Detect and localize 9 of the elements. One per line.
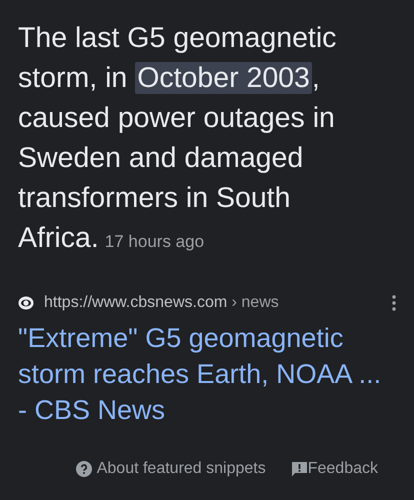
about-link[interactable]: About featured snippets (76, 460, 266, 478)
help-icon (76, 461, 92, 477)
result-title-link[interactable]: "Extreme" G5 geomagnetic storm reaches Earth, NOAA ... - CBS News (18, 320, 396, 428)
snippet-text: The last G5 geomagnetic storm, in October 2003, caused power outages in Sweden and damaged transformers in South Africa. 17 hours ago (18, 21, 338, 256)
feedback-link[interactable]: Feedback (292, 460, 378, 478)
eye-logo-icon (18, 296, 34, 310)
more-icon[interactable] (392, 295, 396, 311)
feedback-icon (292, 462, 307, 476)
source-url[interactable]: https://www.cbsnews.com › news (44, 294, 392, 312)
